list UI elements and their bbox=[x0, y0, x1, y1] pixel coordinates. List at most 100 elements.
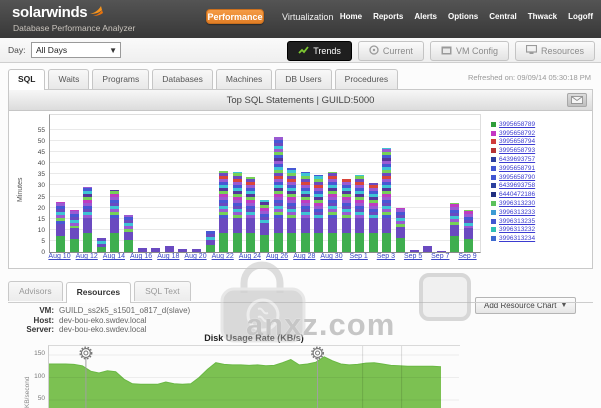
x-tick-link-sep-5[interactable]: Sep 5 bbox=[398, 253, 428, 260]
sql-bar-sep-4[interactable] bbox=[396, 208, 405, 252]
sql-bar-aug-21[interactable] bbox=[206, 231, 215, 252]
sql-bar-sep-7[interactable] bbox=[437, 251, 446, 252]
panel-header: Top SQL Statements | GUILD:5000 bbox=[9, 90, 592, 111]
resources-button[interactable]: Resources bbox=[515, 41, 595, 61]
x-tick-link-aug-24[interactable]: Aug 24 bbox=[235, 253, 265, 260]
email-chart-button[interactable] bbox=[567, 93, 587, 107]
solarwinds-flame-icon bbox=[89, 4, 104, 21]
sql-bar-sep-8[interactable] bbox=[450, 203, 459, 252]
sql-bar-aug-18[interactable] bbox=[165, 246, 174, 252]
legend-link-3995658792[interactable]: 3995658792 bbox=[499, 130, 535, 137]
nav-thwack[interactable]: Thwack bbox=[528, 12, 557, 21]
legend-item: 3995658789 bbox=[491, 120, 591, 129]
tab-machines[interactable]: Machines bbox=[216, 69, 272, 89]
nav-logoff[interactable]: Logoff bbox=[568, 12, 593, 21]
tab-procedures[interactable]: Procedures bbox=[335, 69, 398, 89]
x-tick-link-aug-26[interactable]: Aug 26 bbox=[262, 253, 292, 260]
sql-bar-aug-29[interactable] bbox=[314, 175, 323, 253]
sql-bar-sep-6[interactable] bbox=[423, 246, 432, 252]
legend-link-3996313233[interactable]: 3996313233 bbox=[499, 209, 535, 216]
legend-link-3995658791[interactable]: 3995658791 bbox=[499, 165, 535, 172]
clock-icon bbox=[369, 45, 379, 57]
sql-bar-aug-16[interactable] bbox=[138, 248, 147, 252]
sql-bar-sep-9[interactable] bbox=[464, 210, 473, 252]
x-tick-link-sep-7[interactable]: Sep 7 bbox=[425, 253, 455, 260]
bar-segment bbox=[450, 225, 459, 237]
vm-config-button[interactable]: VM Config bbox=[430, 41, 509, 61]
bar-segment bbox=[410, 250, 419, 252]
tab-sql[interactable]: SQL bbox=[8, 69, 45, 90]
sql-bar-aug-27[interactable] bbox=[287, 168, 296, 252]
sql-bar-aug-30[interactable] bbox=[328, 172, 337, 252]
sql-bar-aug-24[interactable] bbox=[246, 177, 255, 252]
sql-bar-sep-5[interactable] bbox=[410, 250, 419, 252]
sql-bar-aug-13[interactable] bbox=[97, 238, 106, 252]
legend-link-3996313234[interactable]: 3996313234 bbox=[499, 235, 535, 242]
sql-bar-aug-23[interactable] bbox=[233, 172, 242, 252]
x-tick-link-aug-16[interactable]: Aug 16 bbox=[126, 253, 156, 260]
nav-alerts[interactable]: Alerts bbox=[414, 12, 437, 21]
lower-tab-resources[interactable]: Resources bbox=[66, 282, 131, 303]
sql-bar-aug-11[interactable] bbox=[70, 210, 79, 252]
nav-home[interactable]: Home bbox=[340, 12, 362, 21]
tab-programs[interactable]: Programs bbox=[92, 69, 149, 89]
current-button[interactable]: Current bbox=[358, 41, 424, 61]
x-tick-link-sep-9[interactable]: Sep 9 bbox=[453, 253, 483, 260]
tab-db-users[interactable]: DB Users bbox=[275, 69, 331, 89]
x-tick-link-sep-1[interactable]: Sep 1 bbox=[344, 253, 374, 260]
legend-link-3995658789[interactable]: 3995658789 bbox=[499, 121, 535, 128]
legend-link-3996313230[interactable]: 3996313230 bbox=[499, 200, 535, 207]
sql-bar-sep-1[interactable] bbox=[355, 175, 364, 253]
legend-link-3995658790[interactable]: 3995658790 bbox=[499, 174, 535, 181]
tab-databases[interactable]: Databases bbox=[152, 69, 213, 89]
tab-waits[interactable]: Waits bbox=[48, 69, 89, 89]
sql-bar-aug-17[interactable] bbox=[151, 248, 160, 252]
resource-details: VM:GUILD_ss2k5_s1501_o817_d(slave) Host:… bbox=[14, 306, 190, 335]
lower-tab-advisors[interactable]: Advisors bbox=[8, 281, 63, 301]
nav-reports[interactable]: Reports bbox=[373, 12, 403, 21]
x-tick-link-aug-28[interactable]: Aug 28 bbox=[289, 253, 319, 260]
sql-bar-aug-26[interactable] bbox=[274, 137, 283, 252]
x-tick-link-aug-20[interactable]: Aug 20 bbox=[181, 253, 211, 260]
sql-bar-sep-3[interactable] bbox=[382, 148, 391, 252]
top-sql-panel: Top SQL Statements | GUILD:5000 Minutes … bbox=[8, 89, 593, 269]
annotation-marker-icon[interactable] bbox=[81, 349, 90, 358]
sql-bar-sep-2[interactable] bbox=[369, 183, 378, 252]
legend-link-3995658794[interactable]: 3995658794 bbox=[499, 138, 535, 145]
sql-bar-aug-25[interactable] bbox=[260, 200, 269, 252]
day-select[interactable]: All Days ▼ bbox=[31, 42, 121, 58]
trends-button[interactable]: Trends bbox=[287, 41, 352, 61]
x-tick-link-aug-30[interactable]: Aug 30 bbox=[317, 253, 347, 260]
x-tick-link-sep-3[interactable]: Sep 3 bbox=[371, 253, 401, 260]
nav-central[interactable]: Central bbox=[489, 12, 517, 21]
virtualization-button[interactable]: Virtualization bbox=[282, 12, 333, 22]
x-tick-link-aug-12[interactable]: Aug 12 bbox=[72, 253, 102, 260]
sql-bar-aug-20[interactable] bbox=[192, 249, 201, 252]
lower-tab-sql-text[interactable]: SQL Text bbox=[134, 281, 191, 301]
legend-link-6439693757[interactable]: 6439693757 bbox=[499, 156, 535, 163]
annotation-marker-icon[interactable] bbox=[313, 349, 322, 358]
x-tick-link-aug-22[interactable]: Aug 22 bbox=[208, 253, 238, 260]
x-tick-link-aug-10[interactable]: Aug 10 bbox=[45, 253, 75, 260]
performance-button[interactable]: Performance bbox=[206, 9, 264, 24]
sql-bar-aug-19[interactable] bbox=[178, 249, 187, 252]
nav-options[interactable]: Options bbox=[448, 12, 478, 21]
sql-bar-aug-15[interactable] bbox=[124, 215, 133, 252]
sql-bar-aug-22[interactable] bbox=[219, 171, 228, 252]
x-tick-link-aug-14[interactable]: Aug 14 bbox=[99, 253, 129, 260]
bar-segment bbox=[219, 233, 228, 252]
legend-link-6439693758[interactable]: 6439693758 bbox=[499, 182, 535, 189]
bar-segment bbox=[437, 251, 446, 252]
legend-link-6440472186[interactable]: 6440472186 bbox=[499, 191, 535, 198]
bar-segment bbox=[219, 218, 228, 234]
sql-bar-aug-10[interactable] bbox=[56, 202, 65, 252]
sql-bar-aug-12[interactable] bbox=[83, 187, 92, 252]
sql-bar-aug-31[interactable] bbox=[342, 179, 351, 252]
sql-bar-aug-28[interactable] bbox=[301, 172, 310, 252]
x-tick-link-aug-18[interactable]: Aug 18 bbox=[153, 253, 183, 260]
legend-link-3995658793[interactable]: 3995658793 bbox=[499, 147, 535, 154]
panel-title: Top SQL Statements | GUILD:5000 bbox=[9, 90, 592, 111]
legend-link-3996313232[interactable]: 3996313232 bbox=[499, 226, 535, 233]
sql-bar-aug-14[interactable] bbox=[110, 190, 119, 252]
legend-link-3996313235[interactable]: 3996313235 bbox=[499, 218, 535, 225]
